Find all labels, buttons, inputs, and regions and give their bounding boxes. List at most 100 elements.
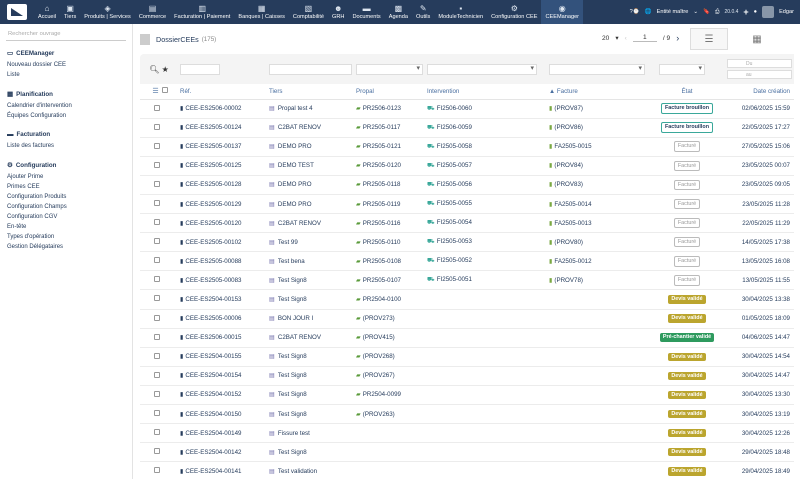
propal-link[interactable]: (PROV268) (363, 353, 395, 360)
ref-link[interactable]: CEE-ES2505-00125 (185, 162, 241, 169)
intervention-link[interactable]: FI2505-0055 (437, 200, 472, 207)
next-page-icon[interactable]: › (676, 33, 679, 43)
tiers-link[interactable]: DEMO TEST (278, 162, 314, 169)
sidebar-link[interactable]: Types d'opération (7, 232, 125, 242)
row-checkbox[interactable] (154, 352, 160, 359)
propal-link[interactable]: PR2505-0120 (363, 162, 401, 169)
row-checkbox[interactable] (154, 410, 160, 417)
sidebar-search-input[interactable]: Rechercher ouvrage (6, 30, 126, 41)
tiers-link[interactable]: DEMO PRO (278, 143, 312, 150)
col-date[interactable]: Date création (725, 84, 794, 100)
propal-link[interactable]: PR2505-0118 (363, 181, 401, 188)
intervention-link[interactable]: FI2505-0058 (437, 143, 472, 150)
filter-tiers-input[interactable] (269, 63, 352, 75)
menu-item-outils[interactable]: ✎ Outils (412, 0, 434, 24)
row-checkbox[interactable] (154, 276, 160, 283)
sidebar-link[interactable]: Configuration Champs (7, 202, 125, 212)
help-icon[interactable]: ?⌚ (630, 9, 640, 15)
ref-link[interactable]: CEE-ES2504-00142 (185, 449, 241, 456)
row-checkbox[interactable] (154, 448, 160, 455)
menu-item-moduletechnicien[interactable]: ▪ ModuleTechnicien (434, 0, 487, 24)
tiers-link[interactable]: DEMO PRO (278, 181, 312, 188)
sidebar-link[interactable]: Configuration Produits (7, 192, 125, 202)
tiers-link[interactable]: Test 99 (278, 239, 298, 246)
per-page-select[interactable]: 20 (602, 35, 609, 42)
facture-link[interactable]: FA2505-0013 (554, 220, 591, 227)
sidebar-link[interactable]: Nouveau dossier CEE (7, 60, 125, 70)
col-ref[interactable]: Réf. (178, 84, 267, 100)
facture-link[interactable]: FA2505-0012 (554, 258, 591, 265)
tiers-link[interactable]: BON JOUR I (278, 315, 313, 322)
col-propal[interactable]: Propal (354, 84, 425, 100)
sidebar-link[interactable]: Liste (7, 70, 125, 80)
row-checkbox[interactable] (154, 238, 160, 245)
menu-item-configuration-cee[interactable]: ⚙ Configuration CEE (487, 0, 541, 24)
sidebar-link[interactable]: En-tête (7, 222, 125, 232)
facture-link[interactable]: (PROV80) (554, 239, 583, 246)
facture-link[interactable]: (PROV86) (554, 124, 583, 131)
sidebar-link[interactable]: Calendrier d'intervention (7, 101, 125, 111)
ref-link[interactable]: CEE-ES2506-00002 (185, 105, 241, 112)
intervention-link[interactable]: FI2505-0052 (437, 257, 472, 264)
propal-link[interactable]: PR2505-0121 (363, 143, 401, 150)
menu-item-tiers[interactable]: ▣ Tiers (60, 0, 80, 24)
row-checkbox[interactable] (154, 390, 160, 397)
ref-link[interactable]: CEE-ES2505-00128 (185, 181, 241, 188)
intervention-link[interactable]: FI2505-0051 (437, 276, 472, 283)
intervention-link[interactable]: FI2506-0060 (437, 105, 472, 112)
facture-link[interactable]: (PROV83) (554, 181, 583, 188)
select-all-checkbox[interactable] (161, 87, 168, 94)
page-input[interactable]: 1 (632, 34, 657, 42)
sidebar-link[interactable]: Primes CEE (7, 182, 125, 192)
ref-link[interactable]: CEE-ES2504-00141 (185, 468, 241, 475)
propal-link[interactable]: (PROV415) (363, 334, 395, 341)
tiers-link[interactable]: Propal test 4 (278, 105, 313, 112)
col-etat[interactable]: État (647, 84, 725, 100)
facture-link[interactable]: (PROV78) (554, 277, 583, 284)
tiers-link[interactable]: Test Sign8 (278, 353, 307, 360)
app-logo[interactable] (0, 0, 34, 24)
propal-link[interactable]: (PROV273) (363, 315, 395, 322)
menu-item-banques-caisses[interactable]: ▦ Banques | Caisses (234, 0, 289, 24)
menu-item-facturation-paiement[interactable]: ▥ Facturation | Paiement (170, 0, 234, 24)
tiers-link[interactable]: Test Sign8 (278, 372, 307, 379)
tiers-link[interactable]: Fissure test (278, 430, 310, 437)
col-tiers[interactable]: Tiers (267, 84, 354, 100)
facture-link[interactable]: FA2505-0015 (554, 143, 591, 150)
bookmark-icon[interactable]: 🔖 (703, 9, 710, 15)
sidebar-section-title[interactable]: ⚙ Configuration (7, 161, 125, 170)
tiers-link[interactable]: Test Sign8 (278, 277, 307, 284)
col-intervention[interactable]: Intervention (425, 84, 547, 100)
intervention-link[interactable]: FI2505-0054 (437, 219, 472, 226)
propal-link[interactable]: PR2506-0123 (363, 105, 401, 112)
ref-link[interactable]: CEE-ES2505-00088 (185, 258, 241, 265)
menu-item-agenda[interactable]: ▩ Agenda (385, 0, 412, 24)
sidebar-section-title[interactable]: ▦ Planification (7, 90, 125, 99)
menu-item-commerce[interactable]: ▤ Commerce (135, 0, 170, 24)
intervention-link[interactable]: FI2505-0057 (437, 162, 472, 169)
tiers-link[interactable]: C2BAT RENOV (278, 124, 321, 131)
menu-item-grh[interactable]: ☻ GRH (328, 0, 348, 24)
propal-link[interactable]: PR2505-0107 (363, 277, 401, 284)
row-checkbox[interactable] (154, 123, 160, 130)
ref-link[interactable]: CEE-ES2504-00152 (185, 391, 241, 398)
propal-link[interactable]: PR2505-0117 (363, 124, 401, 131)
facture-link[interactable]: (PROV87) (554, 105, 583, 112)
facture-link[interactable]: (PROV84) (554, 162, 583, 169)
propal-link[interactable]: PR2504-0099 (363, 391, 401, 398)
row-checkbox[interactable] (154, 142, 160, 149)
menu-item-ceemanager[interactable]: ◉ CEEManager (541, 0, 584, 24)
filter-ref-input[interactable] (180, 63, 220, 75)
row-checkbox[interactable] (154, 200, 160, 207)
intervention-link[interactable]: FI2505-0056 (437, 181, 472, 188)
row-checkbox[interactable] (154, 467, 160, 474)
sidebar-link[interactable]: Configuration CGV (7, 212, 125, 222)
ref-link[interactable]: CEE-ES2506-00015 (185, 334, 241, 341)
filter-date-from[interactable]: Du (727, 59, 792, 68)
filter-facture-select[interactable] (549, 63, 645, 75)
filter-etat-select[interactable] (659, 63, 705, 75)
ref-link[interactable]: CEE-ES2504-00149 (185, 430, 241, 437)
tiers-link[interactable]: Test validation (278, 468, 317, 475)
notification-icon[interactable]: ● (754, 9, 757, 15)
sidebar-link[interactable]: Ajouter Prime (7, 172, 125, 182)
